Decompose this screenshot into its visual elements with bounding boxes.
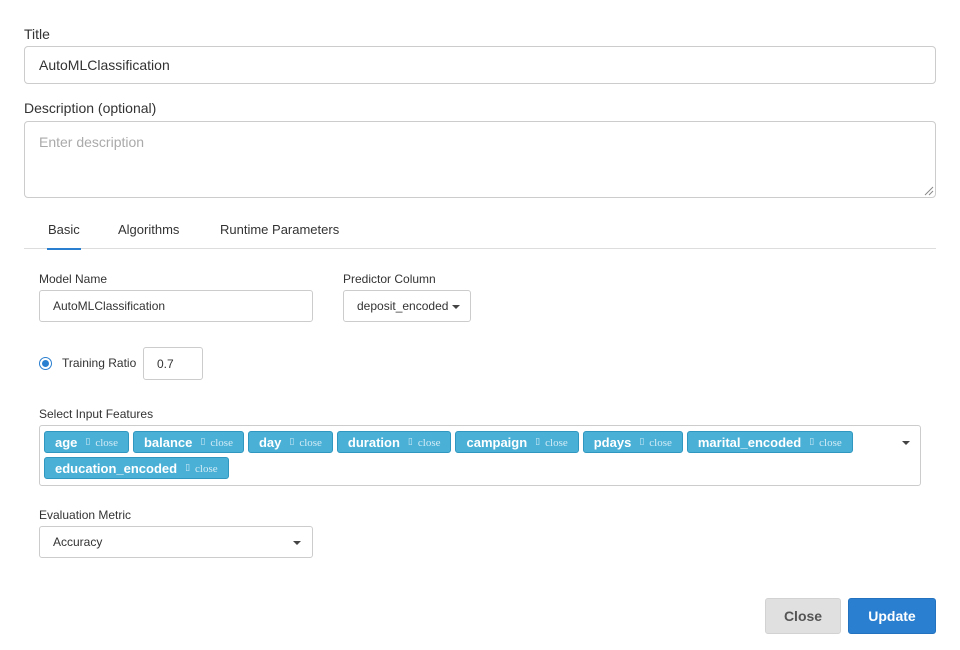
training-ratio-input[interactable] xyxy=(143,347,203,380)
model-name-input[interactable] xyxy=(39,290,313,322)
chip-remove-button[interactable]: ▯ close xyxy=(200,435,233,449)
chip-close-text: close xyxy=(210,437,233,449)
tab-basic[interactable]: Basic xyxy=(47,222,81,250)
chip-remove-button[interactable]: ▯ close xyxy=(408,435,441,449)
chip-remove-button[interactable]: ▯ close xyxy=(185,461,218,475)
title-input[interactable] xyxy=(24,46,936,84)
feature-chip: pdays ▯ close xyxy=(582,431,683,453)
close-icon: ▯ xyxy=(407,437,413,447)
close-icon: ▯ xyxy=(185,463,191,473)
close-icon: ▯ xyxy=(200,437,206,447)
close-button[interactable]: Close xyxy=(765,598,841,634)
chip-remove-button[interactable]: ▯ close xyxy=(535,435,568,449)
predictor-column-select[interactable]: deposit_encoded xyxy=(343,290,471,322)
feature-chip-label: marital_encoded xyxy=(697,434,802,450)
close-icon: ▯ xyxy=(639,437,645,447)
predictor-column-value: deposit_encoded xyxy=(357,299,449,313)
feature-chip-label: pdays xyxy=(593,434,632,450)
feature-chip-label: campaign xyxy=(466,434,528,450)
predictor-column-label: Predictor Column xyxy=(343,272,436,286)
feature-chip: education_encoded ▯ close xyxy=(44,457,229,479)
feature-chip-label: education_encoded xyxy=(55,460,178,476)
chip-close-text: close xyxy=(95,437,118,449)
feature-chip: balance ▯ close xyxy=(132,431,244,453)
feature-chip-label: duration xyxy=(347,434,400,450)
input-features-label: Select Input Features xyxy=(39,407,154,421)
close-icon: ▯ xyxy=(289,437,295,447)
feature-chip: marital_encoded ▯ close xyxy=(686,431,853,453)
tab-runtime-parameters[interactable]: Runtime Parameters xyxy=(220,222,339,249)
chip-close-text: close xyxy=(649,437,672,449)
tab-algorithms[interactable]: Algorithms xyxy=(118,222,179,249)
feature-chip: age ▯ close xyxy=(44,431,129,453)
feature-chip: duration ▯ close xyxy=(336,431,452,453)
chevron-down-icon xyxy=(452,305,460,309)
chip-close-text: close xyxy=(299,437,322,449)
close-icon: ▯ xyxy=(809,437,815,447)
chip-close-text: close xyxy=(819,437,842,449)
evaluation-metric-value: Accuracy xyxy=(53,535,103,549)
close-icon: ▯ xyxy=(535,437,541,447)
description-textarea[interactable] xyxy=(24,121,936,198)
feature-chip-label: balance xyxy=(143,434,193,450)
training-ratio-radio[interactable] xyxy=(39,357,52,370)
training-ratio-label: Training Ratio xyxy=(62,356,137,370)
chip-remove-button[interactable]: ▯ close xyxy=(809,435,842,449)
chip-remove-button[interactable]: ▯ close xyxy=(85,435,118,449)
chip-close-text: close xyxy=(545,437,568,449)
feature-chip: day ▯ close xyxy=(247,431,333,453)
feature-chip-label: age xyxy=(55,434,78,450)
close-icon: ▯ xyxy=(85,437,91,447)
input-features-multiselect[interactable]: age ▯ close balance ▯ close day ▯ close duration ▯… xyxy=(39,425,921,486)
radio-selected-dot xyxy=(42,360,49,367)
chevron-down-icon[interactable] xyxy=(902,441,910,445)
feature-chip: campaign ▯ close xyxy=(455,431,579,453)
feature-chip-list: age ▯ close balance ▯ close day ▯ close duration ▯… xyxy=(44,431,894,483)
model-name-label: Model Name xyxy=(39,272,108,286)
chip-close-text: close xyxy=(417,437,441,449)
feature-chip-label: day xyxy=(258,434,282,450)
resize-grip-icon[interactable] xyxy=(924,186,934,196)
chevron-down-icon xyxy=(293,541,301,545)
chip-remove-button[interactable]: ▯ close xyxy=(289,435,322,449)
tab-bar: Basic Algorithms Runtime Parameters xyxy=(24,222,936,250)
chip-close-text: close xyxy=(195,463,218,475)
description-label: Description (optional) xyxy=(24,100,157,116)
update-button[interactable]: Update xyxy=(848,598,936,634)
chip-remove-button[interactable]: ▯ close xyxy=(639,435,672,449)
title-label: Title xyxy=(24,26,50,42)
evaluation-metric-label: Evaluation Metric xyxy=(39,508,132,522)
evaluation-metric-select[interactable]: Accuracy xyxy=(39,526,313,558)
